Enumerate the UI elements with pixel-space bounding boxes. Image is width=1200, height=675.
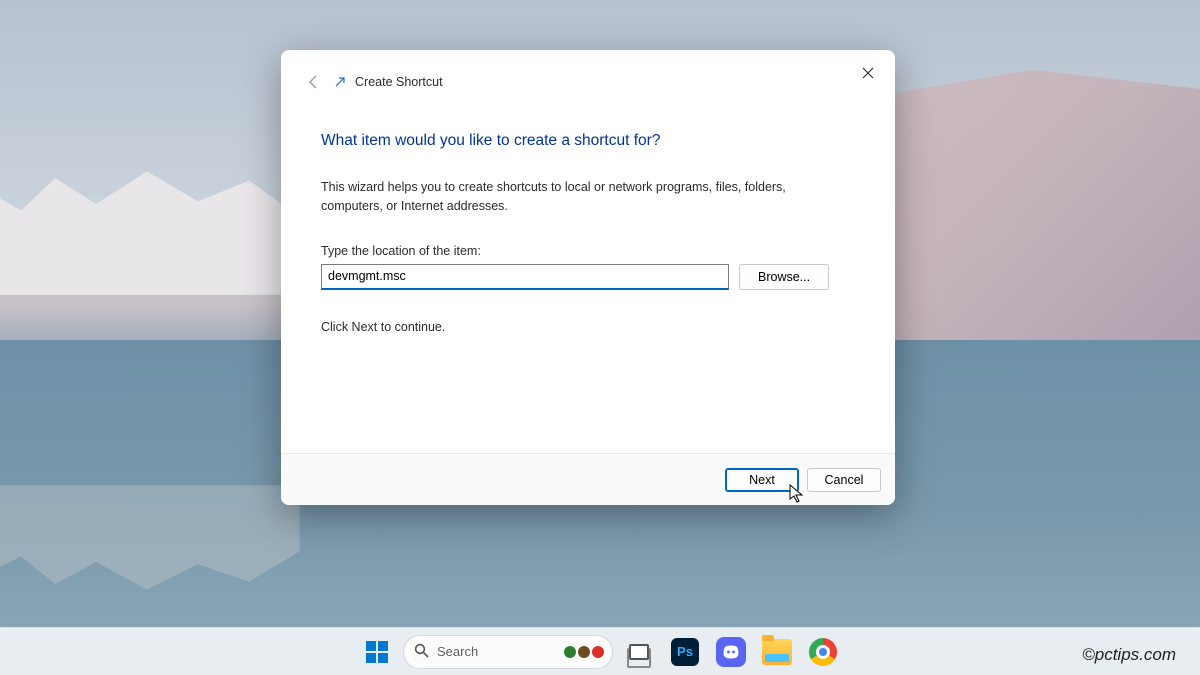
photoshop-app[interactable]: Ps [665, 632, 705, 672]
chrome-icon [809, 638, 837, 666]
next-button[interactable]: Next [725, 468, 799, 492]
search-extras-icons [564, 646, 604, 658]
taskbar: Search Ps [0, 627, 1200, 675]
start-button[interactable] [357, 632, 397, 672]
cancel-button[interactable]: Cancel [807, 468, 881, 492]
search-icon [414, 643, 429, 661]
back-arrow-icon[interactable] [303, 71, 325, 93]
continue-text: Click Next to continue. [321, 320, 855, 334]
discord-app[interactable] [711, 632, 751, 672]
location-row: Browse... [321, 264, 855, 290]
location-label: Type the location of the item: [321, 244, 855, 258]
windows-logo-icon [366, 641, 388, 663]
file-explorer-app[interactable] [757, 632, 797, 672]
dialog-title: Create Shortcut [355, 75, 443, 89]
dialog-footer: Next Cancel [281, 453, 895, 505]
watermark-text: ©pctips.com [1082, 645, 1176, 665]
create-shortcut-dialog: Create Shortcut What item would you like… [281, 50, 895, 505]
file-explorer-icon [762, 639, 792, 665]
photoshop-icon: Ps [671, 638, 699, 666]
dialog-description: This wizard helps you to create shortcut… [321, 178, 851, 216]
chrome-app[interactable] [803, 632, 843, 672]
taskbar-search[interactable]: Search [403, 635, 613, 669]
close-button[interactable] [849, 58, 887, 88]
shortcut-arrow-icon [333, 75, 347, 89]
browse-button[interactable]: Browse... [739, 264, 829, 290]
tree-icon [564, 646, 576, 658]
task-view-icon [629, 644, 649, 660]
task-view-button[interactable] [619, 632, 659, 672]
dialog-body: What item would you like to create a sho… [281, 114, 895, 453]
avocado-icon [578, 646, 590, 658]
discord-icon [716, 637, 746, 667]
background-mountain [0, 165, 300, 295]
red-dot-icon [592, 646, 604, 658]
location-input[interactable] [321, 264, 729, 290]
search-placeholder: Search [437, 644, 478, 659]
dialog-heading: What item would you like to create a sho… [321, 132, 855, 150]
dialog-header: Create Shortcut [281, 50, 895, 114]
